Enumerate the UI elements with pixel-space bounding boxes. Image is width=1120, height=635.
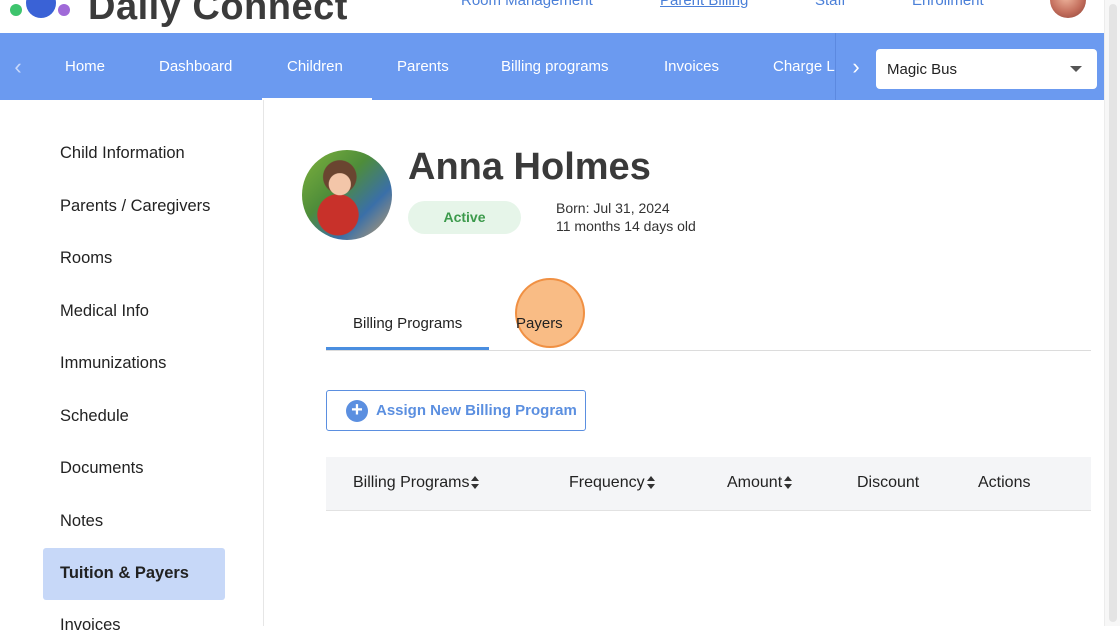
- sort-icon[interactable]: [471, 476, 480, 490]
- top-link-enrollment[interactable]: Enrollment: [912, 0, 984, 9]
- sidebar-item-parents-caregivers[interactable]: Parents / Caregivers: [60, 197, 210, 216]
- column-amount[interactable]: Amount: [727, 474, 793, 492]
- sidebar-item-immunizations[interactable]: Immunizations: [60, 354, 166, 373]
- school-select[interactable]: Magic Bus: [876, 49, 1097, 89]
- logo-text: Daily Connect: [88, 0, 348, 28]
- child-name: Anna Holmes: [408, 146, 651, 188]
- plus-circle-icon: +: [346, 400, 368, 422]
- nav-item-children[interactable]: Children: [287, 58, 343, 75]
- nav-divider: [835, 33, 836, 100]
- child-photo: [302, 150, 392, 240]
- logo[interactable]: [8, 0, 78, 22]
- top-link-parent-billing[interactable]: Parent Billing: [660, 0, 748, 9]
- nav-item-billing-programs[interactable]: Billing programs: [501, 58, 609, 75]
- nav-item-invoices[interactable]: Invoices: [664, 58, 719, 75]
- top-link-room-management[interactable]: Room Management: [461, 0, 593, 9]
- child-birthdate: Born: Jul 31, 2024: [556, 200, 670, 216]
- assign-billing-program-button[interactable]: + Assign New Billing Program: [326, 390, 586, 431]
- logo-mark-icon: [8, 0, 78, 22]
- chevron-right-icon[interactable]: ›: [846, 55, 866, 79]
- school-select-value: Magic Bus: [887, 61, 958, 78]
- user-avatar[interactable]: [1050, 0, 1086, 18]
- nav-active-indicator: [262, 98, 372, 100]
- sidebar-item-schedule[interactable]: Schedule: [60, 407, 129, 426]
- sort-icon[interactable]: [784, 476, 793, 490]
- top-link-staff[interactable]: Staff: [815, 0, 846, 9]
- nav-item-home[interactable]: Home: [65, 58, 105, 75]
- sort-icon[interactable]: [646, 476, 655, 490]
- top-header: Daily Connect Room Management Parent Bil…: [0, 0, 1104, 33]
- click-highlight: [515, 278, 585, 348]
- tab-billing-programs[interactable]: Billing Programs: [353, 315, 462, 332]
- sidebar-item-tuition-payers[interactable]: Tuition & Payers: [60, 564, 189, 583]
- sidebar-item-child-information[interactable]: Child Information: [60, 144, 185, 163]
- scrollbar-thumb[interactable]: [1109, 4, 1117, 622]
- sidebar-item-medical-info[interactable]: Medical Info: [60, 302, 149, 321]
- column-discount: Discount: [857, 474, 920, 491]
- nav-tabs: Home Dashboard Children Parents Billing …: [38, 33, 835, 100]
- chevron-left-icon[interactable]: ‹: [8, 55, 28, 79]
- tab-active-indicator: [326, 347, 489, 350]
- column-actions: Actions: [978, 474, 1031, 491]
- column-billing-programs[interactable]: Billing Programs: [353, 474, 480, 492]
- sidebar-item-documents[interactable]: Documents: [60, 459, 143, 478]
- caret-down-icon: [1070, 66, 1082, 72]
- assign-billing-program-label: Assign New Billing Program: [376, 402, 577, 419]
- child-age: 11 months 14 days old: [556, 218, 696, 234]
- page-scrollbar[interactable]: [1104, 0, 1120, 626]
- status-badge: Active: [408, 201, 521, 234]
- nav-item-parents[interactable]: Parents: [397, 58, 449, 75]
- nav-item-dashboard[interactable]: Dashboard: [159, 58, 232, 75]
- tabs-divider: [326, 350, 1091, 351]
- sidebar-item-rooms[interactable]: Rooms: [60, 249, 112, 268]
- column-frequency[interactable]: Frequency: [569, 474, 655, 492]
- sidebar-item-notes[interactable]: Notes: [60, 512, 103, 531]
- nav-item-charge-lists[interactable]: Charge Lists: [773, 58, 835, 75]
- billing-table-header: Billing Programs Frequency Amount Discou…: [326, 457, 1091, 511]
- tab-payers[interactable]: Payers: [516, 315, 563, 332]
